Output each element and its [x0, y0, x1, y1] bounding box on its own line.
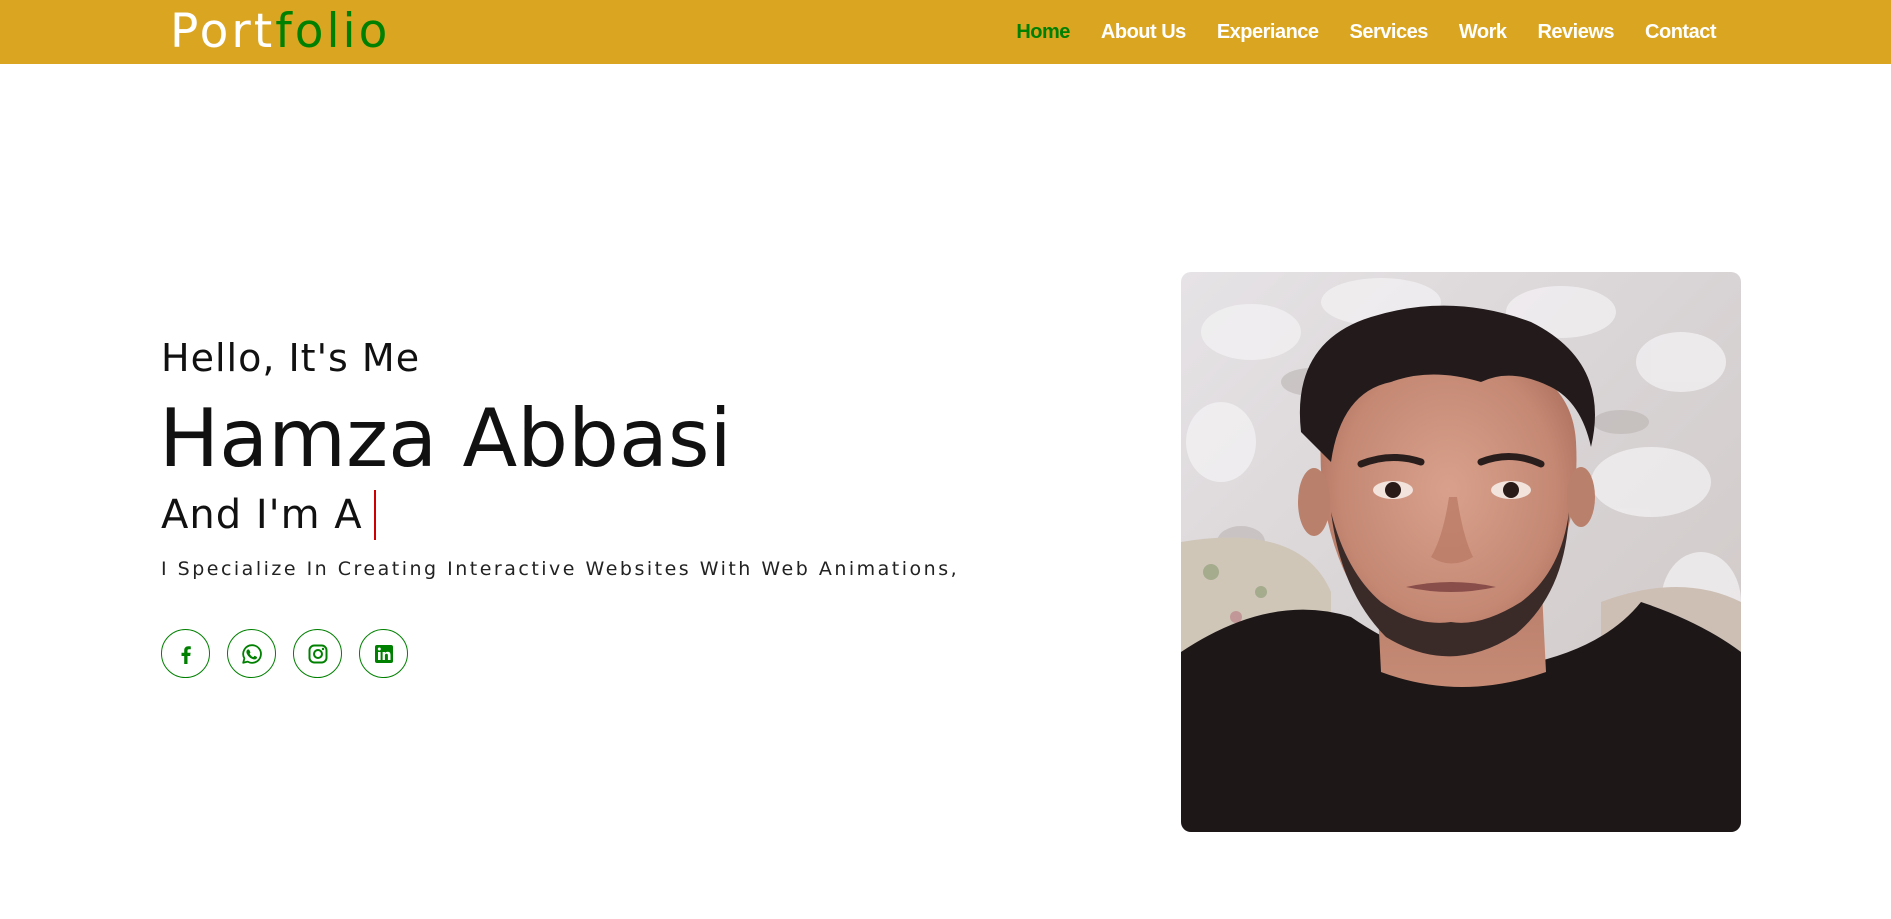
linkedin-link[interactable] [359, 629, 408, 678]
nav-home[interactable]: Home [1016, 21, 1070, 44]
whatsapp-link[interactable] [227, 629, 276, 678]
facebook-link[interactable] [161, 629, 210, 678]
profile-photo [1181, 272, 1741, 832]
site-logo[interactable]: Portfolio [170, 4, 390, 60]
nav-experiance[interactable]: Experiance [1217, 21, 1319, 44]
hero-name: Hamza Abbasi [159, 392, 732, 485]
whatsapp-icon [241, 643, 262, 664]
typing-cursor [373, 490, 376, 540]
logo-part-folio: folio [275, 4, 391, 59]
nav-reviews[interactable]: Reviews [1537, 21, 1614, 44]
instagram-icon [308, 644, 327, 663]
facebook-icon [181, 645, 191, 664]
social-links [161, 629, 408, 678]
site-header: Portfolio Home About Us Experiance Servi… [0, 0, 1891, 64]
main-nav: Home About Us Experiance Services Work R… [1016, 0, 1716, 64]
nav-work[interactable]: Work [1459, 21, 1507, 44]
hero-tagline: I Specialize In Creating Interactive Web… [161, 558, 960, 580]
nav-services[interactable]: Services [1350, 21, 1429, 44]
hero-greeting: Hello, It's Me [161, 336, 421, 380]
nav-about-us[interactable]: About Us [1101, 21, 1186, 44]
hero-role-line: And I'm A [161, 489, 376, 541]
nav-contact[interactable]: Contact [1645, 21, 1716, 44]
profile-photo-image [1181, 272, 1741, 832]
instagram-link[interactable] [293, 629, 342, 678]
logo-part-port: Port [170, 4, 276, 59]
hero-role-prefix: And I'm A [161, 492, 363, 538]
linkedin-icon [374, 644, 393, 663]
